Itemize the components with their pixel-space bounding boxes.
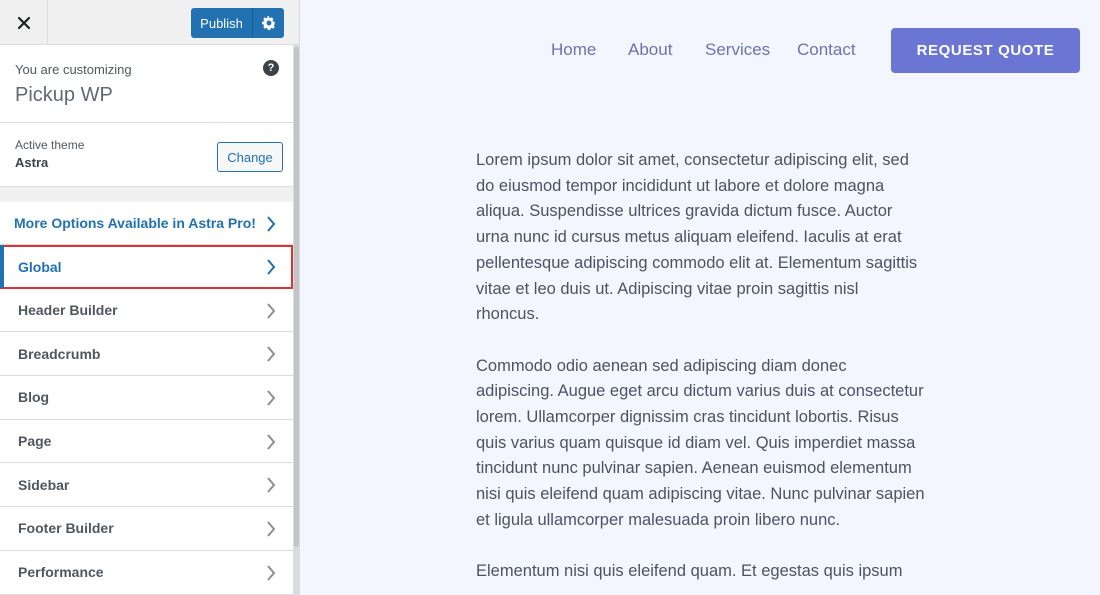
sidebar-scrollbar[interactable] [293, 45, 299, 595]
publish-group: Publish [191, 8, 284, 38]
chevron-right-icon [267, 434, 276, 450]
menu-item-header-builder[interactable]: Header Builder [0, 288, 293, 333]
customizer-header: Publish [0, 0, 299, 45]
customizing-label: You are customizing [15, 62, 132, 77]
chevron-right-icon [267, 259, 276, 275]
menu-item-blog[interactable]: Blog [0, 376, 293, 420]
customizer-menu: More Options Available in Astra Pro! Glo… [0, 202, 293, 595]
chevron-right-icon [267, 477, 276, 494]
menu-item-label: Blog [18, 389, 50, 406]
customizing-info: You are customizing Pickup WP ? [0, 45, 293, 123]
menu-item-performance[interactable]: Performance [0, 550, 293, 595]
menu-item-page[interactable]: Page [0, 419, 293, 464]
menu-item-label: Footer Builder [18, 520, 114, 537]
menu-item-label: Performance [18, 564, 104, 581]
customizer-sidebar: Publish You are customizing Pickup WP ? … [0, 0, 300, 595]
gear-icon [261, 16, 276, 30]
menu-item-global[interactable]: Global [0, 245, 293, 289]
chevron-right-icon [267, 346, 276, 363]
active-theme-label: Active theme [15, 138, 85, 152]
chevron-right-icon [267, 521, 276, 537]
site-title: Pickup WP [15, 84, 113, 106]
chevron-right-icon [267, 390, 276, 406]
menu-item-label: Global [18, 258, 62, 275]
menu-item-label: Breadcrumb [18, 345, 101, 362]
nav-link-services[interactable]: Services [705, 40, 770, 60]
help-icon[interactable]: ? [263, 60, 279, 76]
menu-item-sidebar[interactable]: Sidebar [0, 463, 293, 508]
page-content: Lorem ipsum dolor sit amet, consectetur … [476, 148, 926, 595]
menu-item-breadcrumb[interactable]: Breadcrumb [0, 332, 293, 377]
nav-link-home[interactable]: Home [551, 40, 596, 60]
nav-link-about[interactable]: About [628, 40, 672, 60]
close-customizer-button[interactable] [0, 0, 48, 45]
active-theme-section: Active theme Astra Change [0, 123, 293, 187]
active-theme-name: Astra [15, 155, 49, 170]
publish-settings-button[interactable] [253, 8, 284, 38]
request-quote-button[interactable]: REQUEST QUOTE [891, 28, 1080, 73]
close-icon [17, 16, 30, 29]
menu-item-astra-pro[interactable]: More Options Available in Astra Pro! [0, 202, 293, 245]
site-preview: Home About Services Contact REQUEST QUOT… [300, 0, 1100, 595]
chevron-right-icon [267, 216, 276, 232]
scrollbar-thumb[interactable] [294, 47, 299, 547]
publish-button[interactable]: Publish [191, 8, 253, 38]
customizer-panel: You are customizing Pickup WP ? Active t… [0, 45, 293, 595]
content-paragraph: Lorem ipsum dolor sit amet, consectetur … [476, 151, 918, 324]
menu-item-label: More Options Available in Astra Pro! [14, 215, 256, 231]
content-paragraph: Elementum nisi quis eleifend quam. Et eg… [476, 562, 903, 581]
menu-item-label: Sidebar [18, 476, 70, 493]
nav-link-contact[interactable]: Contact [797, 40, 856, 60]
menu-item-label: Header Builder [18, 302, 118, 319]
content-paragraph: Commodo odio aenean sed adipiscing diam … [476, 356, 925, 529]
chevron-right-icon [267, 565, 276, 581]
chevron-right-icon [267, 303, 276, 319]
menu-item-label: Page [18, 433, 52, 450]
change-theme-button[interactable]: Change [217, 142, 283, 172]
menu-item-footer-builder[interactable]: Footer Builder [0, 507, 293, 551]
